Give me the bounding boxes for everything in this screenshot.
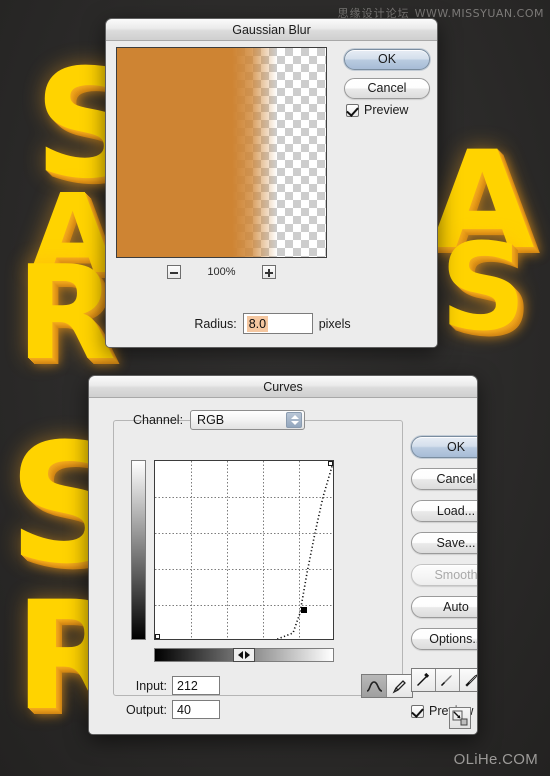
gaussian-blur-buttons: OK Cancel (344, 49, 430, 107)
curves-smooth-button: Smooth (411, 564, 477, 586)
output-gradient-bar (131, 460, 146, 640)
output-row: Output: 40 (119, 700, 220, 719)
curve-endpoint-white[interactable] (328, 461, 333, 466)
preview-label: Preview (364, 103, 409, 117)
curves-titlebar[interactable]: Curves (89, 376, 477, 398)
watermark-bottom: OLiHe.COM (453, 751, 538, 768)
preview-zoom-controls: 100% (116, 263, 327, 281)
curve-edit-tools (361, 674, 413, 698)
eyedropper-tools (411, 668, 477, 692)
curves-curve-path (275, 462, 333, 639)
radius-units-label: pixels (318, 316, 351, 331)
blur-preview-canvas[interactable] (116, 47, 327, 258)
curve-tool-icon[interactable] (362, 675, 387, 697)
curve-endpoint-black[interactable] (155, 634, 160, 639)
radius-label: Radius: (194, 316, 237, 331)
channel-value: RGB (197, 413, 225, 427)
arrow-right-icon (245, 651, 250, 659)
eyedropper-gray-icon[interactable] (436, 669, 460, 691)
input-value: 212 (177, 678, 198, 693)
input-label: Input: (135, 678, 167, 693)
output-field[interactable]: 40 (172, 700, 220, 719)
output-value: 40 (177, 702, 191, 717)
curves-dialog: Curves Channel: RGB Input: 212 Output: 4… (88, 375, 478, 735)
radius-row: Radius: 8.0 pixels (116, 313, 429, 334)
arrow-left-icon (238, 651, 243, 659)
blur-preview-fill (117, 48, 277, 257)
background-letter: R (16, 237, 117, 389)
output-label: Output: (126, 702, 167, 717)
background-letter: S (440, 219, 527, 358)
pencil-tool-icon[interactable] (387, 675, 412, 697)
channel-select[interactable]: RGB (190, 410, 306, 430)
curves-load-button[interactable]: Load... (411, 500, 477, 522)
checkbox-icon[interactable] (411, 704, 424, 718)
curves-ok-button[interactable]: OK (411, 436, 477, 458)
zoom-out-button[interactable] (167, 265, 182, 279)
zoom-in-button[interactable] (261, 265, 276, 279)
curves-save-button[interactable]: Save... (411, 532, 477, 554)
gaussian-blur-dialog: Gaussian Blur 100% Radius: 8.0 pixels OK… (105, 18, 438, 348)
curves-cancel-button[interactable]: Cancel (411, 468, 477, 490)
channel-row: Channel: RGB (133, 410, 306, 430)
gaussian-blur-ok-button[interactable]: OK (344, 49, 430, 70)
curve-control-point[interactable] (301, 607, 307, 613)
radius-input[interactable]: 8.0 (242, 313, 313, 334)
zoom-level-label: 100% (207, 266, 236, 278)
gaussian-blur-titlebar[interactable]: Gaussian Blur (106, 19, 437, 41)
channel-label: Channel: (133, 413, 184, 427)
gaussian-blur-cancel-button[interactable]: Cancel (344, 78, 430, 99)
curves-auto-button[interactable]: Auto (411, 596, 477, 618)
resize-grip-icon[interactable] (449, 707, 471, 729)
curves-title: Curves (263, 379, 303, 394)
curves-graph[interactable] (154, 460, 334, 640)
checkbox-icon[interactable] (346, 103, 359, 117)
input-field[interactable]: 212 (172, 676, 220, 695)
eyedropper-white-icon[interactable] (460, 669, 477, 691)
curves-buttons: OK Cancel Load... Save... Smooth Auto Op… (411, 436, 477, 660)
curves-options-button[interactable]: Options... (411, 628, 477, 650)
gaussian-blur-preview-checkbox[interactable]: Preview (346, 103, 408, 117)
eyedropper-black-icon[interactable] (412, 669, 436, 691)
input-row: Input: 212 (119, 676, 220, 695)
input-gradient-bar (154, 648, 334, 662)
chevron-updown-icon[interactable] (286, 412, 303, 428)
gaussian-blur-title: Gaussian Blur (232, 22, 311, 37)
radius-value: 8.0 (246, 315, 269, 332)
gradient-direction-toggle[interactable] (233, 648, 255, 662)
